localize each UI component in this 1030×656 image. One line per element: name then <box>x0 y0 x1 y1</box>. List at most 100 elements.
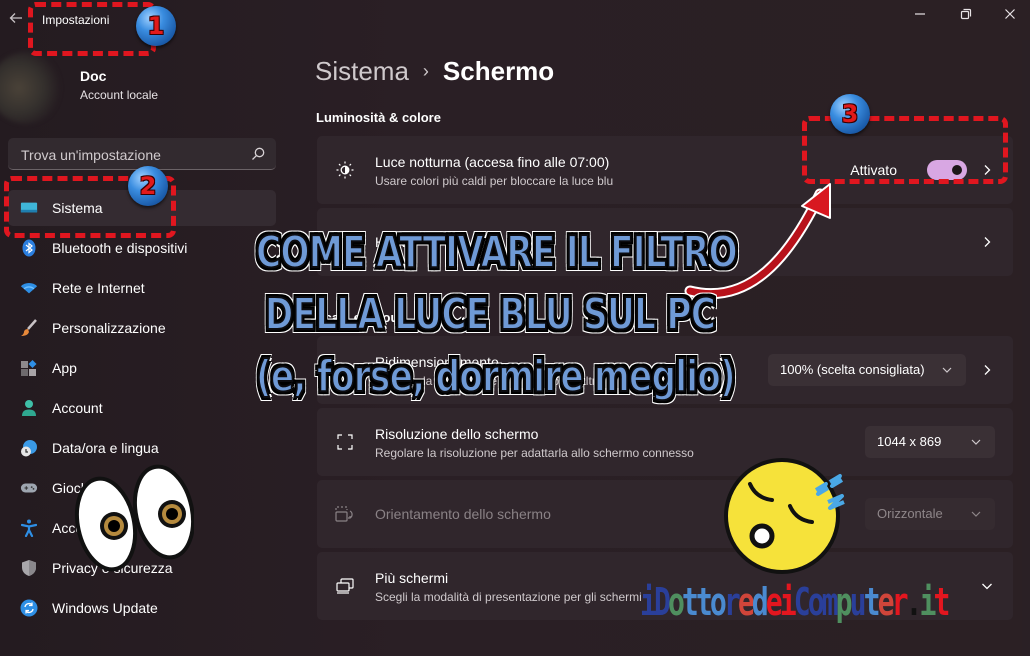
scale-dropdown-value: 100% (scelta consigliata) <box>780 362 925 377</box>
logo-part: d <box>751 580 769 624</box>
night-light-row[interactable]: Luce notturna (accesa fino alle 07:00) U… <box>317 136 1013 204</box>
logo-part: t <box>933 580 951 624</box>
sidebar-item-label: Rete e Internet <box>52 280 145 296</box>
logo-part: r <box>723 580 741 624</box>
logo-part: tto <box>681 580 727 624</box>
brush-icon <box>20 319 38 337</box>
annotation-arrow-icon <box>684 183 831 300</box>
scale-title: Ridimensionamento <box>375 354 499 370</box>
logo-part: u <box>849 580 867 624</box>
close-button[interactable] <box>996 4 1024 24</box>
orientation-icon <box>335 504 355 524</box>
person-icon <box>20 399 38 417</box>
back-button[interactable] <box>8 10 26 28</box>
logo-part: . <box>905 580 923 624</box>
logo-part: e <box>737 580 755 624</box>
breadcrumb-separator-icon: › <box>422 61 429 81</box>
sidebar-item-rete[interactable]: Rete e Internet <box>8 270 276 306</box>
sidebar-item-windows-update[interactable]: Windows Update <box>8 590 276 626</box>
breadcrumb: Sistema › Schermo <box>315 56 554 87</box>
chevron-right-icon <box>984 237 991 247</box>
app-title: Impostazioni <box>42 13 110 27</box>
orientation-title: Orientamento dello schermo <box>375 506 551 522</box>
sidebar-item-data-ora[interactable]: Data/ora e lingua <box>8 430 276 466</box>
logo-part: om <box>807 580 839 624</box>
sidebar-item-app[interactable]: App <box>8 350 276 386</box>
step-badge-1: 1 <box>136 6 176 46</box>
shield-icon <box>20 559 38 577</box>
wifi-icon <box>20 279 38 297</box>
sidebar-item-account[interactable]: Account <box>8 390 276 426</box>
chevron-down-icon <box>942 367 952 373</box>
multi-display-subtitle: Scegli la modalità di presentazione per … <box>375 590 642 604</box>
eyes-sticker-icon <box>74 464 194 572</box>
back-arrow-icon <box>9 13 22 23</box>
monitor-icon <box>20 199 38 217</box>
sidebar-item-label: Sistema <box>52 200 103 216</box>
logo-part: i <box>919 580 937 624</box>
search-input[interactable] <box>19 144 243 166</box>
chevron-down-icon <box>982 583 992 590</box>
gamepad-icon <box>20 479 38 497</box>
chevron-down-icon <box>971 439 981 445</box>
logo-part: t <box>863 580 881 624</box>
chevron-right-icon <box>984 165 991 175</box>
resolution-dropdown-value: 1044 x 869 <box>877 434 942 449</box>
orientation-dropdown-value: Orizzontale <box>877 506 943 521</box>
logo-part: p <box>835 580 853 624</box>
hdr-row[interactable]: HD HDR <box>317 208 1013 276</box>
section-title-brightness: Luminosità & colore <box>316 110 441 125</box>
restore-icon <box>960 8 972 20</box>
step-badge-2: 2 <box>128 166 168 206</box>
logo-part: i <box>640 580 657 624</box>
multi-display-title: Più schermi <box>375 570 449 586</box>
orientation-dropdown: Orizzontale <box>865 498 995 530</box>
sidebar-item-label: Windows Update <box>52 600 158 616</box>
settings-window: Impostazioni Doc Account locale Sistema <box>0 0 1030 656</box>
sidebar-item-label: Bluetooth e dispositivi <box>52 240 188 256</box>
scale-row[interactable]: Ridimensionamento Modifica la dimensione… <box>317 336 1013 404</box>
update-icon <box>20 599 38 617</box>
site-logo: iDottoredeiComputer.it <box>640 578 951 626</box>
resolution-subtitle: Regolare la risoluzione per adattarla al… <box>375 446 694 460</box>
avatar[interactable] <box>0 52 62 124</box>
scrollbar[interactable] <box>1022 40 1030 656</box>
multi-display-icon <box>335 576 355 596</box>
hdr-title: HDR <box>375 234 406 250</box>
breadcrumb-parent[interactable]: Sistema <box>315 56 409 86</box>
night-light-toggle[interactable] <box>927 160 967 180</box>
scale-subtitle: Modifica la dimensione di testo, app e a… <box>375 374 648 388</box>
sidebar-item-label: Data/ora e lingua <box>52 440 159 456</box>
chevron-down-icon <box>971 511 981 517</box>
logo-part: o <box>667 580 685 624</box>
logo-part: e <box>877 580 895 624</box>
minimize-button[interactable] <box>906 4 934 24</box>
sidebar-item-label: Personalizzazione <box>52 320 166 336</box>
section-title-scale-layout: Scala e layout <box>316 310 403 325</box>
minimize-icon <box>915 13 925 15</box>
search-box <box>8 138 276 170</box>
sidebar-item-personalizzazione[interactable]: Personalizzazione <box>8 310 276 346</box>
svg-text:HD: HD <box>338 239 350 247</box>
close-icon <box>1005 9 1015 19</box>
resolution-dropdown[interactable]: 1044 x 869 <box>865 426 995 458</box>
sidebar-item-bluetooth[interactable]: Bluetooth e dispositivi <box>8 230 276 266</box>
toggle-knob <box>952 165 962 175</box>
logo-part: r <box>891 580 909 624</box>
account-type: Account locale <box>80 88 159 102</box>
bluetooth-icon <box>20 239 38 257</box>
maximize-button[interactable] <box>952 4 980 24</box>
orientation-row: Orientamento dello schermo Orizzontale <box>317 480 1013 548</box>
sidebar-item-label: Account <box>52 400 103 416</box>
apps-icon <box>20 359 38 377</box>
night-light-subtitle: Usare colori più caldi per bloccare la l… <box>375 174 614 188</box>
page-title: Schermo <box>442 56 555 86</box>
scale-dropdown[interactable]: 100% (scelta consigliata) <box>768 354 966 386</box>
search-icon[interactable] <box>250 146 266 162</box>
account-name: Doc <box>80 68 107 84</box>
night-light-icon <box>335 160 355 180</box>
accessibility-icon <box>20 519 38 537</box>
resolution-title: Risoluzione dello schermo <box>375 426 539 442</box>
scale-icon <box>335 360 355 380</box>
resolution-row[interactable]: Risoluzione dello schermo Regolare la ri… <box>317 408 1013 476</box>
